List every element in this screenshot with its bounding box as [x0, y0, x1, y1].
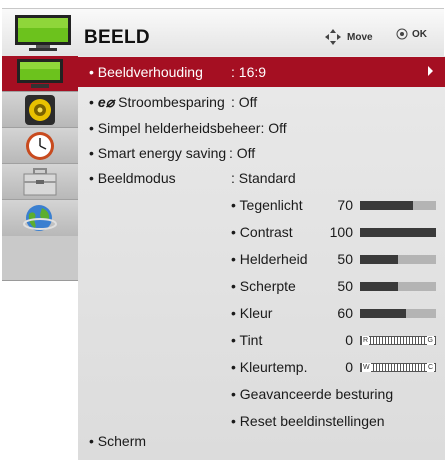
aspect-ratio-value: : 16:9 — [231, 64, 267, 80]
contrast-label: • Contrast — [231, 224, 293, 240]
speaker-icon — [25, 94, 55, 125]
sidebar-item-time[interactable] — [2, 128, 78, 164]
backlight-value: 70 — [337, 197, 353, 213]
smart-energy-value: : Off — [229, 145, 256, 161]
simple-brightness-label: • Simpel helderheidsbeheer: Off — [89, 120, 287, 136]
menu-item-aspect-ratio[interactable]: • Beeldverhouding : 16:9 — [78, 57, 445, 87]
page-title: BEELD — [84, 27, 150, 48]
tint-value: 0 — [345, 332, 353, 348]
color-label: • Kleur — [231, 305, 273, 321]
sharpness-bar[interactable] — [360, 282, 436, 291]
brightness-label: • Helderheid — [231, 251, 308, 267]
sharpness-value: 50 — [337, 278, 353, 294]
power-saving-bullet: • — [89, 94, 94, 110]
sidebar-item-setup[interactable] — [2, 164, 78, 200]
backlight-bar[interactable] — [360, 201, 436, 210]
tv-icon — [17, 58, 63, 88]
clock-icon — [26, 131, 54, 160]
color-temp-value: 0 — [345, 359, 353, 375]
color-temp-label: • Kleurtemp. — [231, 359, 308, 375]
sharpness-label: • Scherpte — [231, 278, 296, 294]
picture-mode-label: • Beeldmodus — [89, 170, 176, 186]
tint-label: • Tint — [231, 332, 263, 348]
screen-label: • Scherm — [89, 433, 147, 449]
color-temp-left-marker: W — [362, 363, 371, 372]
aspect-ratio-label: • Beeldverhouding — [89, 64, 203, 80]
brightness-bar[interactable] — [360, 255, 436, 264]
color-temp-right-marker: C — [426, 363, 434, 372]
menu-item-screen[interactable]: • Scherm — [78, 426, 445, 456]
sidebar-item-picture[interactable] — [2, 56, 78, 92]
ok-hint: OK — [396, 28, 427, 40]
backlight-label: • Tegenlicht — [231, 197, 303, 213]
color-bar[interactable] — [360, 309, 436, 318]
ok-label: OK — [412, 28, 427, 40]
tint-left-marker: R — [362, 336, 370, 345]
osd-menu: BEELD Move OK • Beeldverhouding: 16:9 •… — [0, 0, 446, 460]
color-temp-slider[interactable]: W C — [360, 363, 436, 372]
move-label: Move — [347, 31, 373, 43]
contrast-value: 100 — [329, 224, 353, 240]
tint-right-marker: G — [426, 336, 434, 345]
contrast-bar[interactable] — [360, 228, 436, 237]
toolbox-icon — [23, 167, 57, 195]
category-sidebar — [2, 56, 79, 281]
navigation-arrows-icon — [325, 29, 341, 45]
brightness-value: 50 — [337, 251, 353, 267]
move-hint: Move — [324, 28, 373, 46]
tint-slider[interactable]: R G — [360, 336, 436, 345]
power-saving-value: : Off — [231, 94, 258, 110]
picture-mode-value: : Standard — [231, 170, 296, 186]
picture-settings-panel: • Beeldverhouding : 16:9 • e⌀ Stroombesp… — [78, 56, 445, 460]
menu-item-picture-mode[interactable]: • Beeldmodus : Standard — [78, 163, 445, 193]
sidebar-item-network[interactable] — [2, 200, 78, 236]
menu-item-advanced-control[interactable]: • Geavanceerde besturing — [231, 386, 393, 402]
chevron-right-icon — [428, 66, 433, 76]
eco-icon: e⌀ — [97, 93, 115, 110]
sidebar-item-audio[interactable] — [2, 92, 78, 128]
power-saving-label: Stroombesparing — [118, 94, 225, 110]
globe-icon — [23, 205, 57, 231]
ok-button-icon — [396, 28, 408, 40]
smart-energy-label: • Smart energy saving — [89, 145, 227, 161]
picture-menu-logo — [14, 14, 72, 52]
color-value: 60 — [337, 305, 353, 321]
